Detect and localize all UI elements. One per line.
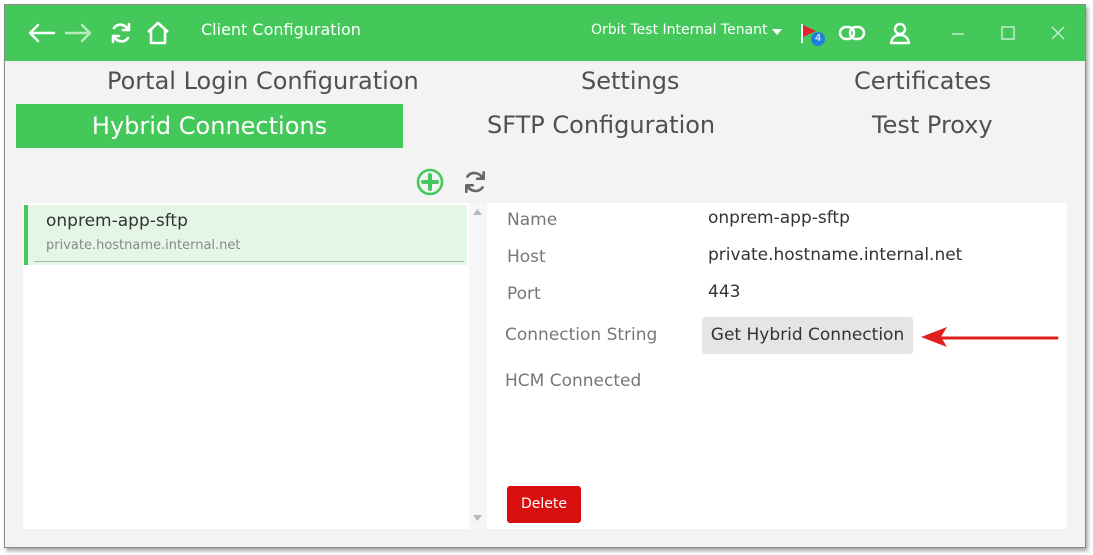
window-title: Client Configuration [201,20,361,39]
tenant-selector[interactable]: Orbit Test Internal Tenant [591,22,768,38]
list-item[interactable]: onprem-app-sftp private.hostname.interna… [24,205,467,265]
minimize-icon[interactable] [945,5,971,61]
refresh-list-icon[interactable] [460,167,490,197]
connection-string-label: Connection String [505,325,658,345]
selection-indicator [24,205,28,265]
delete-button[interactable]: Delete [507,486,581,523]
get-hybrid-connection-button[interactable]: Get Hybrid Connection [702,317,913,354]
notification-badge: 4 [811,32,825,46]
title-bar: Client Configuration Orbit Test Internal… [5,5,1085,61]
tab-sftp-configuration[interactable]: SFTP Configuration [487,111,715,139]
main-content: Portal Login Configuration Settings Cert… [5,61,1085,547]
scroll-up-icon[interactable] [473,209,482,215]
annotation-arrow-icon [921,327,1059,347]
user-icon[interactable] [887,5,913,61]
tab-portal-login-configuration[interactable]: Portal Login Configuration [107,67,419,95]
port-value: 443 [708,282,741,302]
tab-certificates[interactable]: Certificates [854,67,991,95]
connection-list: onprem-app-sftp private.hostname.interna… [23,203,469,529]
host-value: private.hostname.internal.net [708,245,963,265]
tab-test-proxy[interactable]: Test Proxy [872,111,993,139]
scroll-down-icon[interactable] [473,515,482,521]
home-icon[interactable] [143,5,173,61]
tab-hybrid-connections[interactable]: Hybrid Connections [16,104,403,148]
divider [34,261,464,262]
list-item-name: onprem-app-sftp [46,211,188,231]
forward-arrow-icon[interactable] [63,5,95,61]
link-icon[interactable] [837,5,867,61]
maximize-icon[interactable] [995,5,1021,61]
list-item-host: private.hostname.internal.net [46,238,241,253]
host-label: Host [507,247,546,267]
port-label: Port [507,284,541,304]
chevron-down-icon[interactable] [772,29,782,35]
close-icon[interactable] [1045,5,1071,61]
back-arrow-icon[interactable] [25,5,57,61]
add-icon[interactable] [415,167,445,197]
scrollbar[interactable] [469,203,486,529]
hcm-connected-label: HCM Connected [505,371,642,391]
refresh-icon[interactable] [107,5,135,61]
name-value: onprem-app-sftp [708,208,850,228]
name-label: Name [507,210,558,230]
app-window: Client Configuration Orbit Test Internal… [4,4,1086,548]
tab-settings[interactable]: Settings [581,67,679,95]
